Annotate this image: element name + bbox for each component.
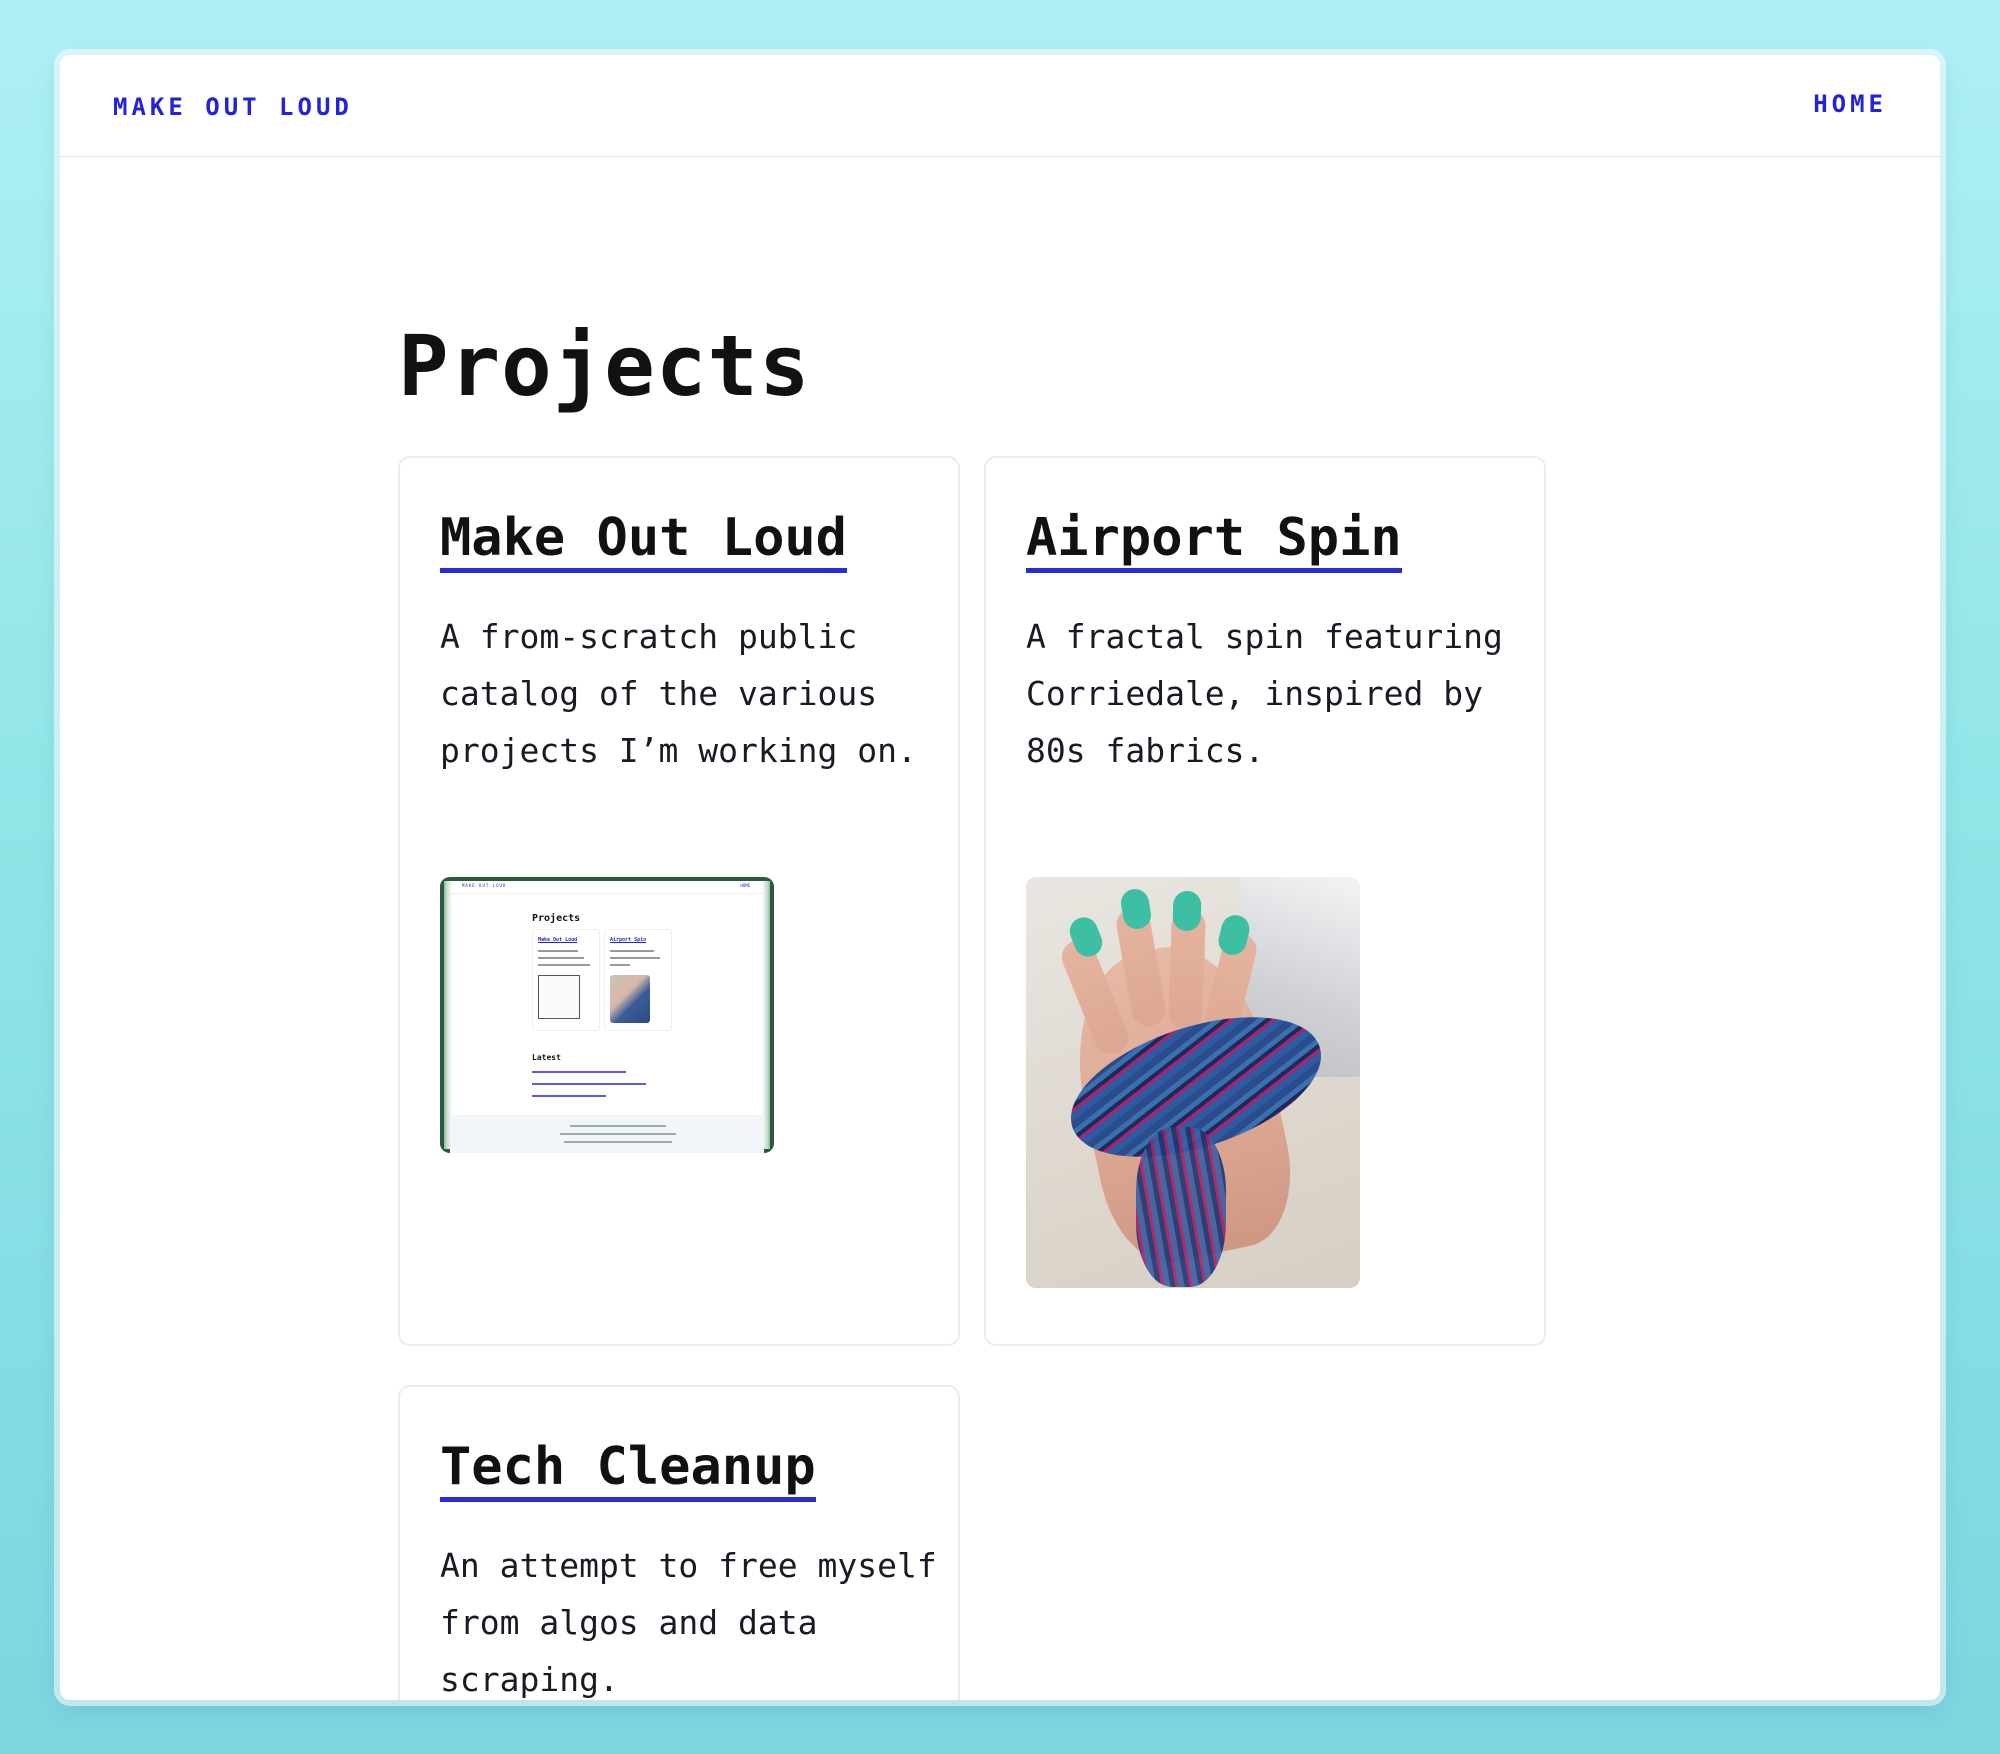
thumb-latest: Latest <box>532 1053 561 1062</box>
thumb-home: HOME <box>740 883 750 888</box>
thumb-header: MAKE OUT LOUD HOME <box>450 877 764 894</box>
photo-yarn-strand <box>1136 1127 1226 1287</box>
thumb-card: Airport Spin <box>604 929 672 1031</box>
thumb-line <box>538 957 584 959</box>
thumb-title: Projects <box>532 913 581 924</box>
site-screenshot-image: MAKE OUT LOUD HOME Projects Make Out Lou… <box>440 877 774 1153</box>
nav-home-link[interactable]: HOME <box>1813 90 1887 118</box>
thumb-link <box>532 1071 626 1073</box>
project-thumbnail[interactable]: MAKE OUT LOUD HOME Projects Make Out Lou… <box>440 877 774 1153</box>
project-description: An attempt to free myself from algos and… <box>440 1546 937 1699</box>
project-title: Tech Cleanup <box>440 1437 816 1502</box>
project-title-link[interactable]: Make Out Loud <box>440 508 847 573</box>
project-description: A from-scratch public catalog of the var… <box>440 617 917 770</box>
thumb-card-title: Airport Spin <box>610 937 647 943</box>
project-description: A fractal spin featuring Corriedale, ins… <box>1026 617 1503 770</box>
project-title-link[interactable]: Tech Cleanup <box>440 1437 816 1502</box>
yarn-photo-image <box>1026 877 1360 1288</box>
thumb-line <box>610 950 654 952</box>
project-title-link[interactable]: Airport Spin <box>1026 508 1402 573</box>
thumb-card: Make Out Loud <box>532 929 600 1031</box>
project-card-tech-cleanup: Tech Cleanup An attempt to free myself f… <box>398 1385 960 1700</box>
thumb-photo <box>610 975 650 1023</box>
thumb-link <box>532 1083 646 1085</box>
thumb-card-title: Make Out Loud <box>538 937 578 943</box>
site-brand-link[interactable]: MAKE OUT LOUD <box>113 93 353 121</box>
project-card-airport-spin: Airport Spin A fractal spin featuring Co… <box>984 456 1546 1346</box>
thumb-footer-line <box>564 1141 672 1143</box>
thumb-line <box>538 964 590 966</box>
page-title: Projects <box>398 317 811 415</box>
project-card-make-out-loud: Make Out Loud A from-scratch public cata… <box>398 456 960 1346</box>
thumb-line <box>610 964 630 966</box>
browser-window: MAKE OUT LOUD HOME Projects Make Out Lou… <box>60 55 1940 1700</box>
thumb-line <box>538 950 578 952</box>
site-header: MAKE OUT LOUD HOME <box>60 55 1940 157</box>
thumb-footer-line <box>560 1133 676 1135</box>
thumb-line <box>610 957 660 959</box>
thumb-doc <box>538 975 580 1019</box>
thumb-link <box>532 1095 606 1097</box>
thumb-brand: MAKE OUT LOUD <box>462 883 507 888</box>
photo-nail <box>1172 890 1202 932</box>
project-thumbnail[interactable] <box>1026 877 1360 1288</box>
project-title: Airport Spin <box>1026 508 1402 573</box>
thumb-footer <box>450 1115 764 1153</box>
project-title: Make Out Loud <box>440 508 847 573</box>
thumb-footer-line <box>570 1125 666 1127</box>
